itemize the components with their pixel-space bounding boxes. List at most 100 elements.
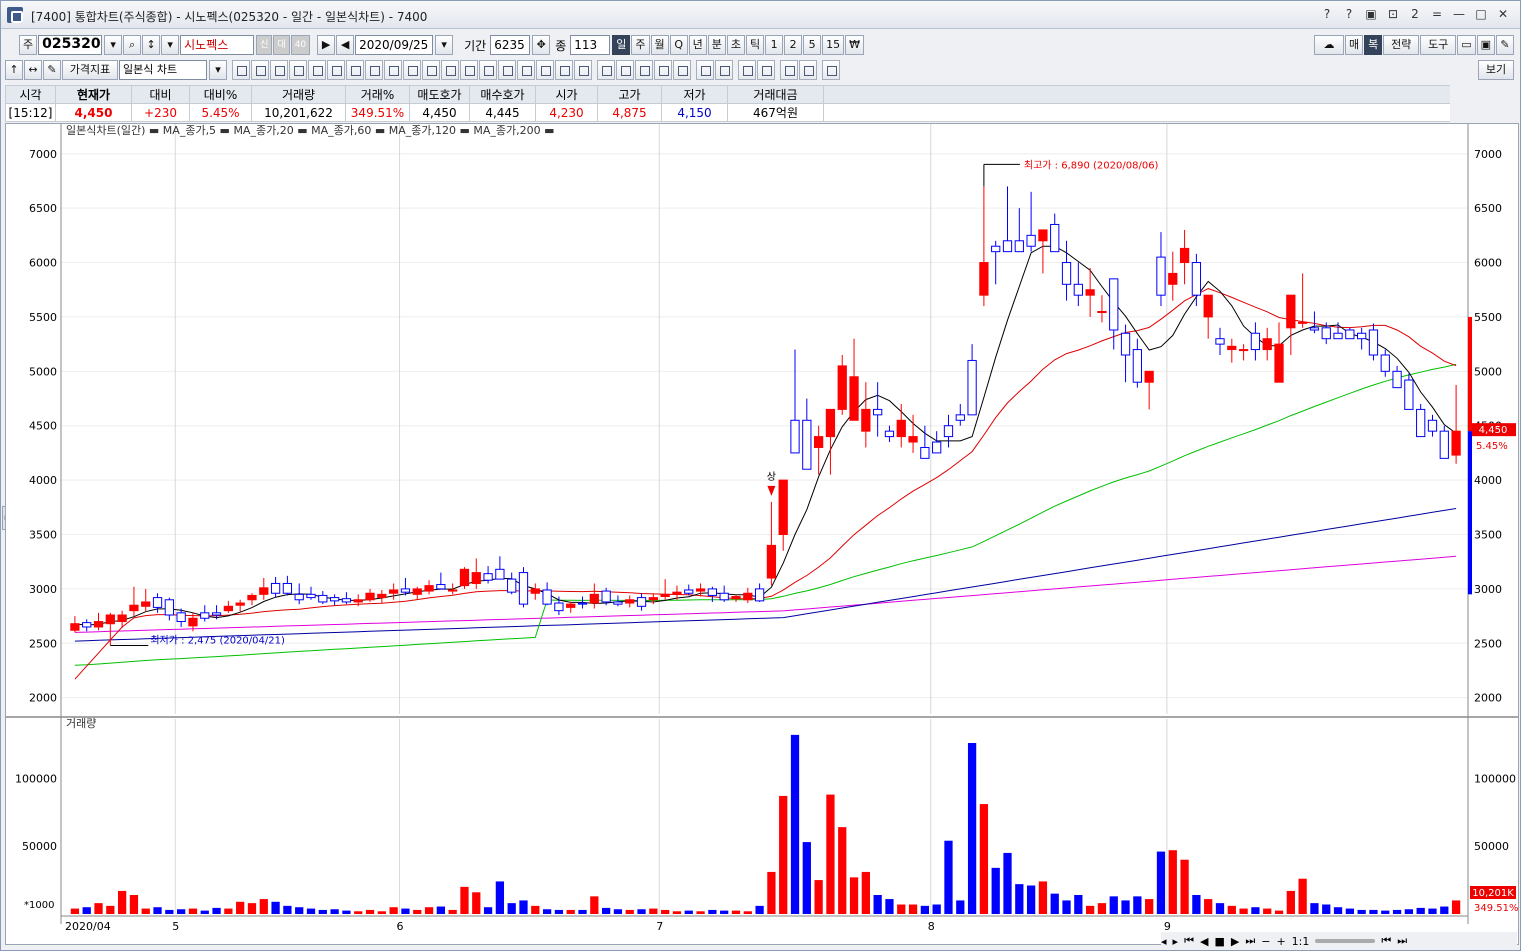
next-icon[interactable]: ▶ bbox=[1231, 935, 1239, 948]
zoom-out-icon[interactable]: − bbox=[1261, 935, 1270, 948]
cloud-icon[interactable]: ☁ bbox=[1313, 35, 1344, 55]
search-icon[interactable]: ⌕ bbox=[123, 35, 142, 55]
dropdown-arrow-icon[interactable]: ▾ bbox=[161, 35, 180, 55]
chart-area[interactable]: 2000 2000 2500 2500 3000 3000 3500 3500 4000 4000… bbox=[5, 123, 1519, 945]
chart-svg[interactable]: 2000 2000 2500 2500 3000 3000 3500 3500 4000 4000… bbox=[6, 123, 1519, 944]
maximize-button[interactable]: □ bbox=[1472, 5, 1490, 23]
minimize-button[interactable]: — bbox=[1450, 5, 1468, 23]
back-icon[interactable]: ⏮ bbox=[1381, 934, 1391, 948]
crosshair-icon[interactable]: ✥ bbox=[532, 35, 551, 55]
dropdown-arrow-icon[interactable]: ▾ bbox=[104, 35, 123, 55]
help-icon[interactable]: ? bbox=[1318, 5, 1336, 23]
zoom-slider[interactable] bbox=[1315, 939, 1376, 943]
wave-icon[interactable] bbox=[780, 60, 798, 80]
price-indicator-button[interactable]: 가격지표 bbox=[62, 60, 118, 80]
interval-1[interactable]: 1 bbox=[765, 35, 784, 55]
scroll-left-icon[interactable]: ◂ bbox=[1161, 935, 1167, 948]
table-icon[interactable] bbox=[365, 60, 383, 80]
scroll-right-icon[interactable]: ▸ bbox=[1173, 935, 1179, 948]
arrow-down-icon[interactable] bbox=[616, 60, 634, 80]
interval-15[interactable]: 15 bbox=[822, 35, 845, 55]
note-icon[interactable] bbox=[555, 60, 573, 80]
wrench-icon[interactable]: ✎ bbox=[1496, 35, 1514, 55]
screen-icon[interactable]: ⊡ bbox=[1384, 5, 1402, 23]
arrow-right-icon[interactable] bbox=[654, 60, 672, 80]
interval-tick[interactable]: 틱 bbox=[746, 35, 765, 55]
dropdown-arrow-icon[interactable]: ▾ bbox=[209, 60, 227, 80]
circle-icon[interactable] bbox=[696, 60, 714, 80]
fib-icon[interactable] bbox=[403, 60, 421, 80]
brush-icon[interactable] bbox=[536, 60, 554, 80]
edit-icon[interactable]: ✎ bbox=[43, 60, 61, 80]
close-button[interactable]: ✕ bbox=[1494, 5, 1512, 23]
oscillator-icon[interactable] bbox=[799, 60, 817, 80]
date-input[interactable]: 2020/09/25 bbox=[355, 35, 434, 55]
arrows-icon[interactable]: ↔ bbox=[24, 60, 42, 80]
interval-week[interactable]: 주 bbox=[631, 35, 650, 55]
layout-icon[interactable]: ▣ bbox=[1362, 5, 1380, 23]
frame-icon[interactable] bbox=[574, 60, 592, 80]
draw-line-icon[interactable] bbox=[232, 60, 250, 80]
arrow-up-icon[interactable] bbox=[597, 60, 615, 80]
interval-2[interactable]: 2 bbox=[784, 35, 803, 55]
ratio-icon[interactable]: 1:1 bbox=[1292, 935, 1310, 948]
last-volume-label: 10,201K bbox=[1472, 888, 1514, 899]
draw-pen-icon[interactable] bbox=[289, 60, 307, 80]
magic-icon[interactable] bbox=[498, 60, 516, 80]
zoom-icon[interactable] bbox=[738, 60, 756, 80]
period-input[interactable]: 6235 bbox=[490, 35, 531, 55]
dropdown-arrow-icon[interactable]: ▾ bbox=[435, 35, 454, 55]
interval-5[interactable]: 5 bbox=[803, 35, 822, 55]
stock-code-input[interactable]: 025320 bbox=[38, 35, 103, 55]
forward-icon[interactable]: ⏭ bbox=[1397, 934, 1407, 948]
parallel-icon[interactable] bbox=[460, 60, 478, 80]
tools-button[interactable]: 도구 bbox=[1420, 35, 1457, 55]
settings-box-icon[interactable] bbox=[822, 60, 840, 80]
chart-type-select[interactable]: 일본식 차트 bbox=[119, 60, 207, 80]
folder-icon[interactable]: ▭ bbox=[1457, 35, 1476, 55]
candle-down bbox=[1132, 349, 1142, 383]
interval-month[interactable]: 월 bbox=[650, 35, 669, 55]
vertical-line-icon[interactable] bbox=[327, 60, 345, 80]
zoom-reset-icon[interactable] bbox=[757, 60, 775, 80]
stop-icon[interactable]: ■ bbox=[1214, 935, 1224, 948]
grid-lines-icon[interactable] bbox=[346, 60, 364, 80]
play-back-icon[interactable]: ◀ bbox=[336, 35, 355, 55]
question-icon[interactable]: ? bbox=[1340, 5, 1358, 23]
interval-second[interactable]: 초 bbox=[726, 35, 746, 55]
link-number-button[interactable]: 2 bbox=[1406, 5, 1424, 23]
trend-icon[interactable] bbox=[422, 60, 440, 80]
play-forward-icon[interactable]: ▶ bbox=[317, 35, 336, 55]
view-button[interactable]: 보기 bbox=[1478, 60, 1514, 80]
currency-icon[interactable]: ₩ bbox=[845, 35, 865, 55]
interval-day[interactable]: 일 bbox=[612, 35, 631, 55]
draw-angle-icon[interactable] bbox=[251, 60, 269, 80]
arrow-left-icon[interactable] bbox=[635, 60, 653, 80]
draw-arc-icon[interactable] bbox=[270, 60, 288, 80]
interval-minute[interactable]: 분 bbox=[707, 35, 726, 55]
cursor-icon[interactable]: ↑ bbox=[5, 60, 23, 80]
menu-icon[interactable]: = bbox=[1428, 5, 1446, 23]
interval-quarter[interactable]: Q bbox=[669, 35, 688, 55]
first-icon[interactable]: ⏮ bbox=[1184, 934, 1194, 948]
last-icon[interactable]: ⏭ bbox=[1245, 934, 1255, 948]
channel-icon[interactable] bbox=[441, 60, 459, 80]
text-icon[interactable] bbox=[673, 60, 691, 80]
interval-year[interactable]: 년 bbox=[688, 35, 707, 55]
volume-tick-label-right: 50000 bbox=[1474, 840, 1509, 853]
strategy-button[interactable]: 전략 bbox=[1383, 35, 1420, 55]
pencil-icon[interactable] bbox=[479, 60, 497, 80]
candle-down bbox=[306, 593, 316, 599]
sort-icon[interactable]: ↕ bbox=[142, 35, 161, 55]
zoom-in-icon[interactable]: + bbox=[1276, 935, 1285, 948]
multi-button[interactable]: 복 bbox=[1364, 35, 1383, 55]
horizontal-line-icon[interactable] bbox=[308, 60, 326, 80]
prev-icon[interactable]: ◀ bbox=[1200, 935, 1208, 948]
palette-icon[interactable] bbox=[517, 60, 535, 80]
count-input[interactable]: 113 bbox=[570, 35, 611, 55]
market-select[interactable]: 주 bbox=[19, 35, 38, 55]
rectangle-icon[interactable] bbox=[715, 60, 733, 80]
buy-button[interactable]: 매 bbox=[1344, 35, 1364, 55]
save-icon[interactable]: ▣ bbox=[1476, 35, 1495, 55]
bars-icon[interactable] bbox=[384, 60, 402, 80]
